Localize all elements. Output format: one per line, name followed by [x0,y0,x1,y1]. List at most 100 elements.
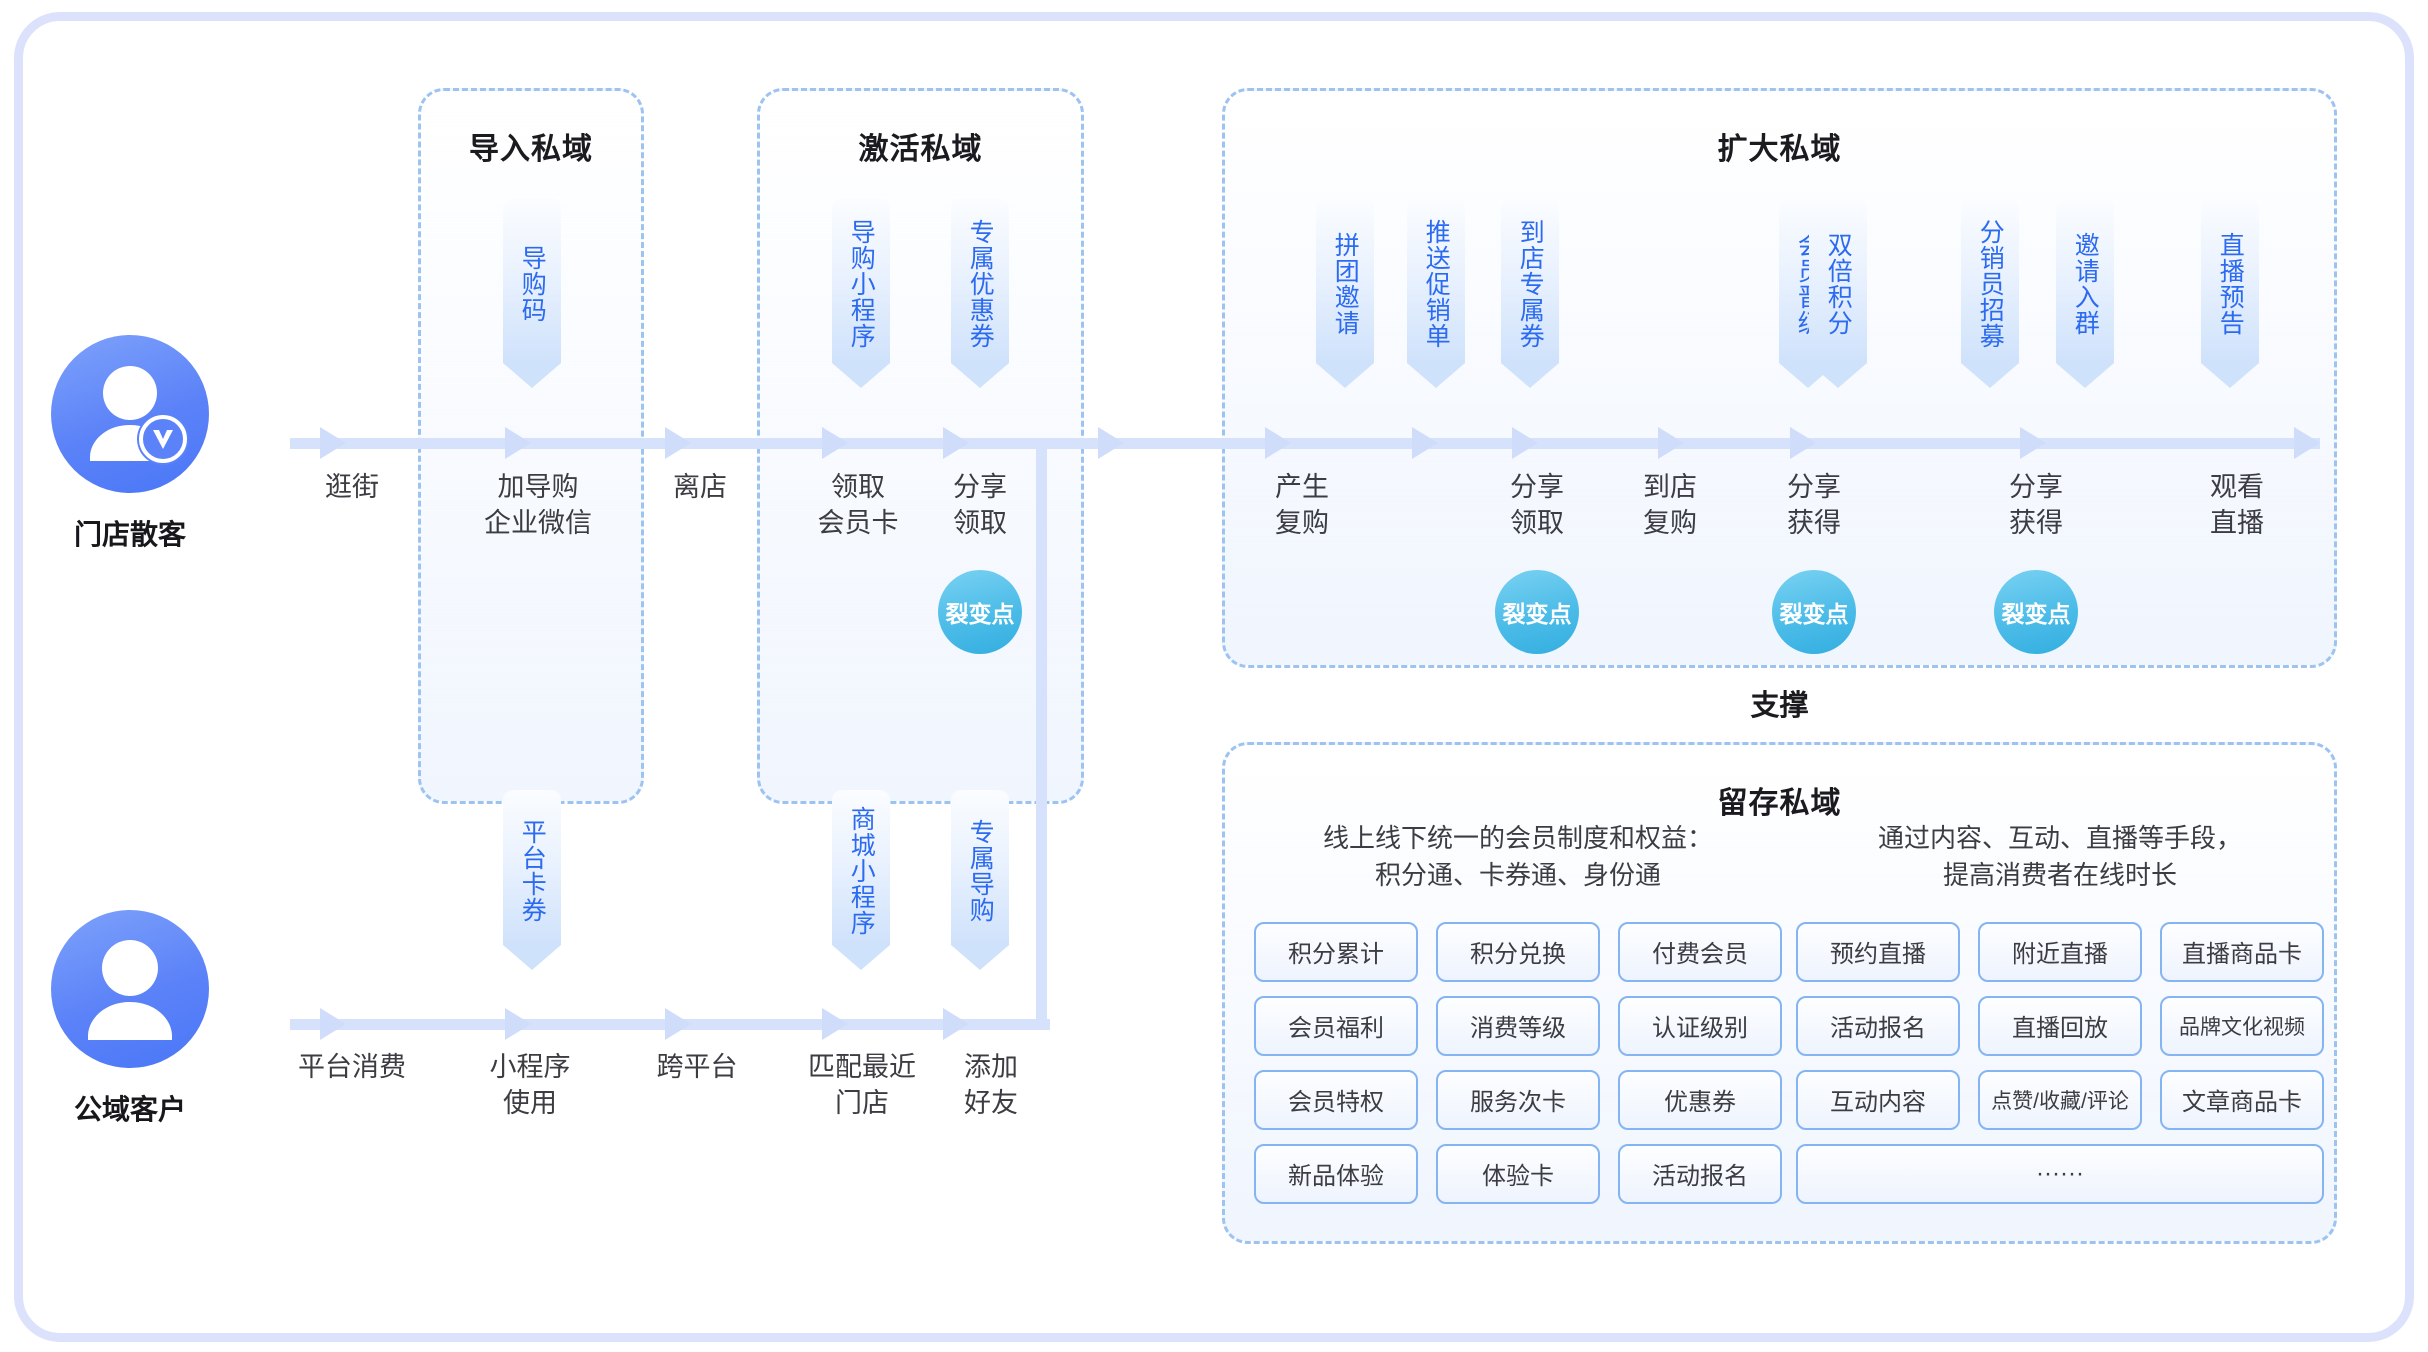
arrow-tip [822,427,848,459]
retain-chip[interactable]: 付费会员 [1618,921,1782,982]
arrow-tip [1412,427,1438,459]
flow-step-line: 复购 [1275,507,1329,538]
retain-chip[interactable]: 预约直播 [1796,921,1960,982]
flow-step-line: 直播 [2210,507,2264,538]
retain-left-column: 线上线下统一的会员制度和权益： 积分通、卡券通、身份通 积分累计 积分兑换 付费会员… [1254,820,1782,1204]
retain-chip[interactable]: 服务次卡 [1436,1069,1600,1130]
retain-chip[interactable]: 互动内容 [1796,1069,1960,1130]
retain-desc-line: 线上线下统一的会员制度和权益： [1322,823,1713,853]
retain-chip[interactable]: 点赞/收藏/评论 [1978,1069,2142,1130]
arrow-tip [665,427,691,459]
retain-chip[interactable]: 优惠券 [1618,1069,1782,1130]
flow-step: 分享 领取 [953,470,1007,541]
retain-chip[interactable]: 文章商品卡 [2160,1069,2324,1130]
ribbon-label: 专属优惠券 [966,218,995,349]
persona-label: 公域客户 [73,1094,186,1125]
flow-step-line: 领取 [831,472,885,502]
flow-step-line: 会员卡 [817,507,899,538]
flow-step-line: 观看 [2210,472,2264,502]
fission-point-badge: 裂变点 [1772,570,1856,654]
user-avatar-icon [51,910,209,1068]
ribbon-label: 拼团邀请 [1331,231,1360,336]
persona-public: 公域客户 [35,910,225,1128]
arrow-tip [1265,427,1291,459]
flow-step-line: 到店 [1643,472,1697,502]
retain-chip[interactable]: 体验卡 [1436,1143,1600,1204]
flow-step-line: 领取 [1510,507,1564,538]
flow-step-line: 领取 [953,507,1007,538]
retain-chip[interactable]: 活动报名 [1796,995,1960,1056]
flow-step: 小程序 使用 [490,1050,571,1121]
retain-left-description: 线上线下统一的会员制度和权益： 积分通、卡券通、身份通 [1258,820,1778,894]
stage-title-retain: 留存私域 [1717,787,1842,820]
arrow-tip [2020,427,2046,459]
stage-title-activate: 激活私域 [858,133,983,166]
flow-step: 分享 领取 [1510,470,1564,541]
ribbon-label: 双倍积分 [1824,231,1853,336]
flow-step-line: 添加 [964,1052,1018,1082]
ribbon-label: 导购码 [518,244,547,323]
flow-step: 分享 获得 [1787,470,1841,541]
diagram-root: 导入私域 激活私域 扩大私域 留存私域 支撑 门店散客 公域客户 导购码 导购小… [0,0,2428,1352]
retain-chip-more[interactable]: ······ [1796,1143,2324,1204]
flow-step: 领取 会员卡 [818,470,899,541]
ribbon-badge: 专属优惠券 [951,198,1009,388]
arrow-tip [320,1008,346,1040]
stage-title-import: 导入私域 [469,133,593,166]
flow-axis-bottom [290,1008,1050,1040]
flow-step-line: 分享 [1510,472,1564,502]
ribbon-label: 分销员招募 [1976,218,2005,349]
flow-step-line: 跨平台 [656,1052,738,1082]
retain-chip[interactable]: 直播商品卡 [2160,921,2324,982]
flow-step-line: 获得 [1787,507,1841,538]
arrow-tip [943,427,969,459]
flow-step: 跨平台 [657,1050,738,1086]
ribbon-label: 到店专属券 [1516,218,1545,349]
arrow-tip [1098,427,1124,459]
retain-chip[interactable]: 新品体验 [1254,1143,1418,1204]
retain-chip[interactable]: 直播回放 [1978,995,2142,1056]
retain-right-column: 通过内容、互动、直播等手段， 提高消费者在线时长 预约直播 附近直播 直播商品卡活动… [1796,820,2324,1204]
retain-desc-line: 通过内容、互动、直播等手段， [1877,823,2242,853]
flow-step-line: 分享 [1787,472,1841,502]
flow-step-line: 好友 [964,1087,1018,1118]
flow-step: 添加 好友 [964,1050,1018,1121]
retain-left-chip-grid: 积分累计 积分兑换 付费会员会员福利 消费等级 认证级别会员特权 服务次卡 优惠券新品体验体… [1254,921,1782,1204]
ribbon-badge: 平台卡券 [503,790,561,970]
retain-desc-line: 积分通、卡券通、身份通 [1374,859,1661,890]
arrow-tip [1512,427,1538,459]
flow-step-line: 获得 [2009,507,2063,538]
retain-chip[interactable]: 品牌文化视频 [2160,995,2324,1056]
ribbon-badge: 拼团邀请 [1316,198,1374,388]
flow-step: 加导购 企业微信 [484,470,592,541]
arrow-tip [822,1008,848,1040]
arrow-tip [665,1008,691,1040]
retain-chip[interactable]: 附近直播 [1978,921,2142,982]
retain-chip[interactable]: 积分兑换 [1436,921,1600,982]
ribbon-badge: 导购码 [503,198,561,388]
fission-point-badge: 裂变点 [938,570,1022,654]
retain-chip[interactable]: 会员福利 [1254,995,1418,1056]
ribbon-label: 推送促销单 [1422,218,1451,349]
retain-chip[interactable]: 积分累计 [1254,921,1418,982]
retain-chip[interactable]: 消费等级 [1436,995,1600,1056]
retain-chip[interactable]: 会员特权 [1254,1069,1418,1130]
persona-label: 门店散客 [73,519,186,550]
support-label: 支撑 [1750,690,1809,722]
retain-right-description: 通过内容、互动、直播等手段， 提高消费者在线时长 [1800,820,2320,894]
flow-step: 逛街 [325,470,379,506]
ribbon-badge: 到店专属券 [1501,198,1559,388]
flow-step-line: 小程序 [489,1052,571,1082]
ribbon-badge: 导购小程序 [832,198,890,388]
retain-right-chip-grid: 预约直播 附近直播 直播商品卡活动报名 直播回放 品牌文化视频互动内容 点赞/收藏/评论文… [1796,921,2324,1204]
flow-step-line: 产生 [1275,472,1329,502]
fission-point-badge: 裂变点 [1495,570,1579,654]
retain-chip[interactable]: 认证级别 [1618,995,1782,1056]
ribbon-badge: 双倍积分 [1809,198,1867,388]
retain-chip[interactable]: 活动报名 [1618,1143,1782,1204]
flow-step-line: 分享 [953,472,1007,502]
ribbon-label: 邀请入群 [2071,231,2100,336]
retain-desc-line: 提高消费者在线时长 [1942,859,2177,890]
flow-step-line: 离店 [673,472,727,502]
flow-step: 匹配最近 门店 [808,1050,916,1121]
